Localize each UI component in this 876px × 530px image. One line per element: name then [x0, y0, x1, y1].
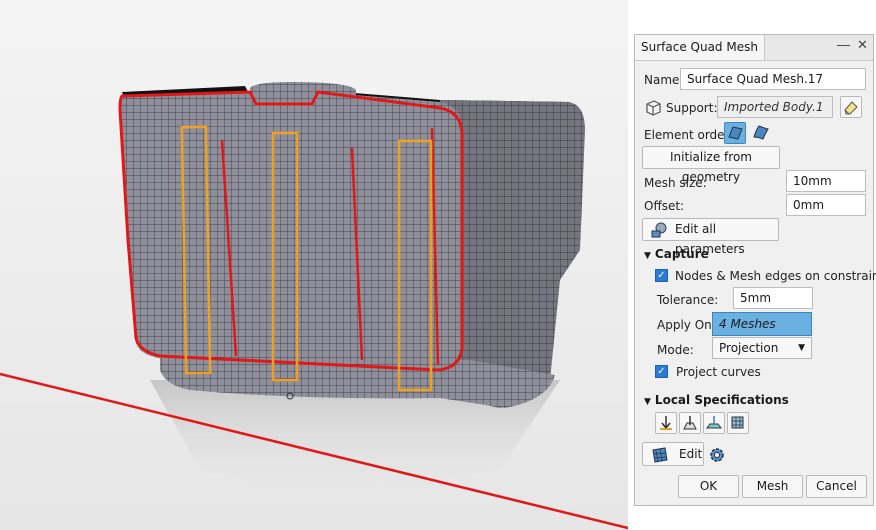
mode-select[interactable]: Projection ▼: [712, 337, 812, 359]
initialize-from-geometry-button[interactable]: Initialize from geometry: [642, 146, 780, 184]
mesh-scene[interactable]: [0, 0, 628, 530]
mesh-edit-icon: [650, 445, 670, 465]
cancel-button[interactable]: Cancel: [806, 475, 867, 498]
mesh-size-field[interactable]: [786, 170, 866, 192]
local-spec-tool-1-icon[interactable]: [655, 412, 677, 434]
element-order-label: Element order:: [644, 128, 734, 142]
tolerance-field[interactable]: [733, 287, 813, 309]
edit-all-parameters-button[interactable]: Edit all parameters: [642, 218, 779, 256]
support-cube-icon: [643, 97, 663, 117]
collapse-triangle-icon: ▼: [644, 251, 651, 261]
apply-on-label: Apply On:: [657, 318, 716, 332]
project-curves-label: Project curves: [676, 365, 761, 379]
dropdown-arrow-icon: ▼: [798, 343, 805, 353]
local-spec-edit-label: Edit: [679, 447, 703, 461]
eraser-icon[interactable]: [840, 96, 862, 118]
parameters-icon: [649, 220, 669, 240]
local-spec-edit-button[interactable]: Edit: [642, 442, 704, 466]
local-specifications-section-header[interactable]: ▼ Local Specifications: [644, 393, 789, 407]
3d-viewport[interactable]: [0, 0, 628, 530]
quadratic-element-icon[interactable]: [750, 122, 772, 144]
mode-select-value: Projection: [719, 341, 779, 355]
mesh-button[interactable]: Mesh: [742, 475, 803, 498]
pin-icon[interactable]: ―: [837, 38, 850, 53]
apply-on-field[interactable]: 4 Meshes: [712, 312, 812, 336]
linear-element-icon[interactable]: [724, 122, 746, 144]
mode-label: Mode:: [657, 343, 694, 357]
collapse-triangle-icon: ▼: [644, 397, 651, 407]
gear-icon[interactable]: [706, 444, 728, 466]
capture-section-title: Capture: [654, 247, 709, 261]
local-spec-tool-4-icon[interactable]: [727, 412, 749, 434]
project-curves-checkbox[interactable]: ✓: [655, 365, 668, 378]
support-field[interactable]: Imported Body.1: [717, 96, 833, 118]
nodes-edges-label: Nodes & Mesh edges on constraints: [675, 269, 876, 283]
dialog-tab-title[interactable]: Surface Quad Mesh: [635, 35, 765, 60]
local-specifications-title: Local Specifications: [654, 393, 789, 407]
capture-section-header[interactable]: ▼ Capture: [644, 247, 709, 261]
offset-field[interactable]: [786, 194, 866, 216]
tolerance-label: Tolerance:: [657, 293, 719, 307]
mesh-size-label: Mesh size:: [644, 176, 707, 190]
name-label: Name:: [644, 73, 684, 87]
close-icon[interactable]: ✕: [857, 38, 868, 53]
local-spec-tool-2-icon[interactable]: [679, 412, 701, 434]
dialog-tab-bar: Surface Quad Mesh ― ✕: [635, 35, 873, 61]
nodes-edges-checkbox[interactable]: ✓: [655, 269, 668, 282]
surface-quad-mesh-dialog: Surface Quad Mesh ― ✕ Name: Support: Imp…: [634, 34, 876, 506]
ok-button[interactable]: OK: [678, 475, 739, 498]
name-field[interactable]: [680, 68, 866, 90]
offset-label: Offset:: [644, 199, 685, 213]
support-label: Support:: [666, 101, 718, 115]
local-spec-tool-3-icon[interactable]: [703, 412, 725, 434]
